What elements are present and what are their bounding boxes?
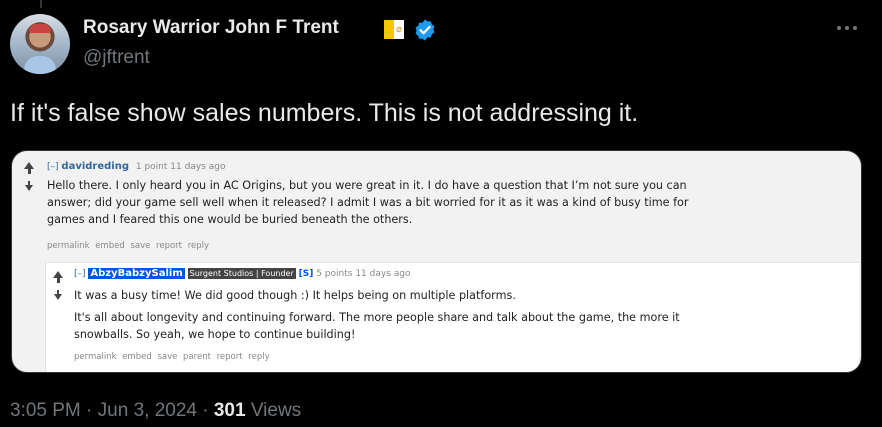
separator: · (86, 400, 93, 421)
action-reply: reply (187, 241, 210, 251)
comment-line: It's all about longevity and continuing … (74, 311, 680, 324)
comment-line: It was a busy time! We did good though :… (74, 289, 516, 302)
collapse-toggle: [–] (74, 269, 86, 279)
submitter-tag: [S] (298, 269, 314, 279)
comment-line: snowballs. So yeah, we hope to continue … (74, 328, 356, 341)
upvote-arrow-icon (53, 271, 63, 283)
action-embed: embed (122, 352, 152, 362)
action-embed: embed (95, 241, 125, 251)
attached-reddit-screenshot[interactable]: [–] davidreding 1 point 11 days ago Hell… (11, 150, 862, 373)
child-comment: [–] AbzyBabzySalim Surgent Studios | Fou… (45, 262, 859, 372)
comment-body: Hello there. I only heard you in AC Orig… (47, 177, 689, 228)
comment-author: davidreding (61, 161, 129, 172)
collapse-toggle: [–] (47, 162, 59, 172)
comment-body: It was a busy time! We did good though :… (74, 287, 680, 343)
comment-author: AbzyBabzySalim (88, 268, 185, 279)
avatar[interactable] (10, 14, 70, 74)
comment-points: 5 points (316, 269, 353, 279)
upvote-arrow-icon (24, 162, 34, 174)
comment-age: 11 days ago (170, 162, 226, 172)
action-report: report (216, 352, 243, 362)
views-count: 301 (213, 400, 246, 421)
user-flair: Surgent Studios | Founder (187, 268, 296, 279)
comment-tagline: [–] davidreding 1 point 11 days ago (47, 161, 225, 172)
thread-line (40, 0, 42, 8)
action-permalink: permalink (74, 352, 117, 362)
comment-age: 11 days ago (355, 269, 411, 279)
downvote-arrow-icon (54, 290, 62, 300)
action-parent: parent (183, 352, 211, 362)
comment-tagline: [–] AbzyBabzySalim Surgent Studios | Fou… (74, 268, 410, 279)
comment-line: answer; did your game sell well when it … (47, 196, 689, 209)
tweet-text: If it's false show sales numbers. This i… (10, 99, 639, 127)
action-reply: reply (248, 352, 270, 362)
comment-points: 1 point (135, 162, 168, 172)
more-icon[interactable] (834, 17, 860, 39)
vatican-flag-icon (384, 20, 404, 39)
action-permalink: permalink (47, 241, 90, 251)
separator: · (202, 400, 209, 421)
tweet-time[interactable]: 3:05 PM (10, 400, 81, 421)
action-save: save (130, 241, 151, 251)
comment-actions: permalink embed save parent report reply (74, 352, 270, 362)
display-name[interactable]: Rosary Warrior John F Trent (83, 17, 339, 39)
tweet-metadata: 3:05 PM · Jun 3, 2024 · 301 Views (10, 400, 301, 422)
views-label: Views (250, 400, 302, 421)
user-handle[interactable]: @jftrent (83, 47, 150, 69)
comment-actions: permalink embed save report reply (47, 241, 209, 251)
tweet-date[interactable]: Jun 3, 2024 (98, 400, 197, 421)
action-save: save (157, 352, 178, 362)
comment-line: Hello there. I only heard you in AC Orig… (47, 179, 687, 192)
verified-icon[interactable] (413, 18, 437, 42)
action-report: report (156, 241, 183, 251)
comment-line: games and I feared this one would be bur… (47, 213, 413, 226)
downvote-arrow-icon (25, 181, 33, 191)
